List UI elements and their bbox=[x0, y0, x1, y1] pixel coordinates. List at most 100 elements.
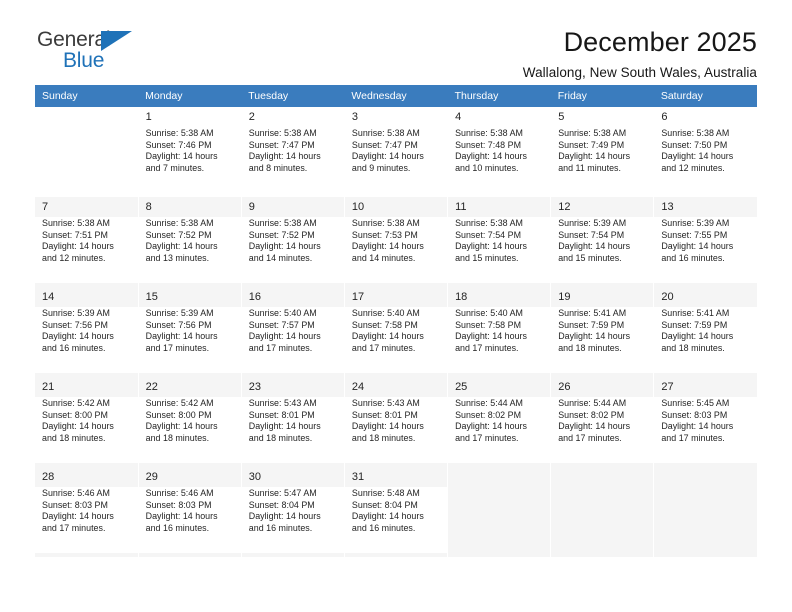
calendar-week-row: 21 Sunrise: 5:42 AM Sunset: 8:00 PM Dayligh… bbox=[35, 377, 757, 467]
calendar-day-cell[interactable]: 17 Sunrise: 5:40 AM Sunset: 7:58 PM Dayligh… bbox=[344, 287, 449, 377]
calendar-day-cell[interactable]: 3 Sunrise: 5:38 AM Sunset: 7:47 PM Daylight… bbox=[344, 107, 449, 197]
sunset-text: Sunset: 8:00 PM bbox=[42, 409, 108, 420]
calendar-day-cell[interactable]: 24 Sunrise: 5:43 AM Sunset: 8:01 PM Dayligh… bbox=[344, 377, 449, 467]
day-number: 6 bbox=[661, 111, 668, 123]
calendar-day-cell[interactable]: 25 Sunrise: 5:44 AM Sunset: 8:02 PM Dayligh… bbox=[447, 377, 552, 467]
day-info: Sunrise: 5:41 AM Sunset: 7:59 PM Daylight:… bbox=[551, 307, 654, 373]
calendar-day-cell[interactable]: 31 Sunrise: 5:48 AM Sunset: 8:04 PM Dayligh… bbox=[344, 467, 449, 557]
calendar-week-row: 14 Sunrise: 5:39 AM Sunset: 7:56 PM Dayligh… bbox=[35, 287, 757, 377]
day-info: Sunrise: 5:42 AM Sunset: 8:00 PM Daylight:… bbox=[35, 397, 138, 463]
daylight-text-line1: Daylight: 14 hours bbox=[351, 511, 424, 522]
daylight-text-line2: and 17 minutes. bbox=[455, 432, 519, 443]
calendar-day-cell-inner: 8 Sunrise: 5:38 AM Sunset: 7:52 PM Daylight… bbox=[138, 197, 241, 287]
calendar-day-cell[interactable]: 5 Sunrise: 5:38 AM Sunset: 7:49 PM Daylight… bbox=[550, 107, 655, 197]
daylight-text-line1: Daylight: 14 hours bbox=[42, 331, 114, 342]
calendar-day-cell[interactable]: 30 Sunrise: 5:47 AM Sunset: 8:04 PM Dayligh… bbox=[241, 467, 345, 557]
daylight-text-line2: and 18 minutes. bbox=[42, 432, 106, 443]
calendar-day-cell[interactable]: 20 Sunrise: 5:41 AM Sunset: 7:59 PM Dayligh… bbox=[653, 287, 757, 377]
sunset-text: Sunset: 7:58 PM bbox=[455, 319, 521, 330]
day-info bbox=[654, 487, 757, 494]
daylight-text-line1: Daylight: 14 hours bbox=[42, 241, 114, 252]
sunset-text: Sunset: 8:04 PM bbox=[248, 499, 315, 510]
calendar-day-cell-inner: 17 Sunrise: 5:40 AM Sunset: 7:58 PM Dayligh… bbox=[344, 287, 448, 377]
day-number: 24 bbox=[351, 381, 365, 393]
calendar-day-cell[interactable]: 28 Sunrise: 5:46 AM Sunset: 8:03 PM Dayligh… bbox=[35, 467, 139, 557]
calendar-day-cell[interactable]: 18 Sunrise: 5:40 AM Sunset: 7:58 PM Dayligh… bbox=[447, 287, 552, 377]
calendar-day-cell[interactable]: 16 Sunrise: 5:40 AM Sunset: 7:57 PM Dayligh… bbox=[241, 287, 345, 377]
calendar-day-cell-inner bbox=[35, 107, 138, 197]
calendar-day-cell-inner bbox=[551, 467, 653, 557]
day-number: 31 bbox=[351, 471, 365, 483]
sunset-text: Sunset: 8:03 PM bbox=[42, 499, 108, 510]
day-info: Sunrise: 5:38 AM Sunset: 7:46 PM Daylight:… bbox=[138, 127, 241, 193]
day-number: 30 bbox=[248, 471, 262, 483]
calendar-day-cell[interactable]: 10 Sunrise: 5:38 AM Sunset: 7:53 PM Dayligh… bbox=[344, 197, 449, 287]
daylight-text-line2: and 12 minutes. bbox=[661, 162, 725, 173]
calendar-day-cell[interactable]: 6 Sunrise: 5:38 AM Sunset: 7:50 PM Daylight… bbox=[653, 107, 757, 197]
calendar-day-cell[interactable]: 7 Sunrise: 5:38 AM Sunset: 7:51 PM Daylight… bbox=[35, 197, 139, 287]
calendar-day-cell-empty bbox=[653, 467, 757, 557]
day-info: Sunrise: 5:38 AM Sunset: 7:47 PM Daylight:… bbox=[344, 127, 448, 193]
calendar-day-cell[interactable]: 21 Sunrise: 5:42 AM Sunset: 8:00 PM Dayligh… bbox=[35, 377, 139, 467]
calendar-day-cell[interactable]: 4 Sunrise: 5:38 AM Sunset: 7:48 PM Daylight… bbox=[447, 107, 552, 197]
daylight-text-line2: and 18 minutes. bbox=[145, 432, 210, 443]
sunrise-text: Sunrise: 5:38 AM bbox=[145, 128, 214, 138]
daylight-text-line2: and 14 minutes. bbox=[351, 252, 416, 263]
daylight-text-line1: Daylight: 14 hours bbox=[661, 421, 734, 432]
calendar-day-cell[interactable]: 19 Sunrise: 5:41 AM Sunset: 7:59 PM Dayligh… bbox=[550, 287, 655, 377]
sunrise-text: Sunrise: 5:48 AM bbox=[351, 488, 420, 498]
calendar-day-cell-inner: 1 Sunrise: 5:38 AM Sunset: 7:46 PM Daylight… bbox=[138, 107, 241, 197]
calendar-day-cell-inner: 11 Sunrise: 5:38 AM Sunset: 7:54 PM Dayligh… bbox=[448, 197, 551, 287]
day-number: 19 bbox=[558, 291, 571, 303]
calendar-day-cell[interactable]: 12 Sunrise: 5:39 AM Sunset: 7:54 PM Dayligh… bbox=[550, 197, 655, 287]
calendar-day-cell[interactable]: 14 Sunrise: 5:39 AM Sunset: 7:56 PM Dayligh… bbox=[35, 287, 139, 377]
daylight-text-line1: Daylight: 14 hours bbox=[558, 421, 631, 432]
day-number: 3 bbox=[351, 111, 359, 123]
calendar-week-row: 7 Sunrise: 5:38 AM Sunset: 7:51 PM Daylight… bbox=[35, 197, 757, 287]
day-number: 13 bbox=[661, 201, 674, 213]
calendar-day-cell[interactable]: 1 Sunrise: 5:38 AM Sunset: 7:46 PM Daylight… bbox=[138, 107, 242, 197]
calendar-day-cell[interactable]: 13 Sunrise: 5:39 AM Sunset: 7:55 PM Dayligh… bbox=[653, 197, 757, 287]
calendar-day-cell[interactable]: 26 Sunrise: 5:44 AM Sunset: 8:02 PM Dayligh… bbox=[550, 377, 655, 467]
daylight-text-line2: and 16 minutes. bbox=[248, 522, 313, 533]
sunrise-text: Sunrise: 5:44 AM bbox=[558, 398, 627, 408]
daylight-text-line1: Daylight: 14 hours bbox=[248, 511, 321, 522]
calendar-day-cell[interactable]: 22 Sunrise: 5:42 AM Sunset: 8:00 PM Dayligh… bbox=[138, 377, 242, 467]
calendar-day-cell[interactable]: 9 Sunrise: 5:38 AM Sunset: 7:52 PM Daylight… bbox=[241, 197, 345, 287]
calendar-day-cell[interactable]: 29 Sunrise: 5:46 AM Sunset: 8:03 PM Dayligh… bbox=[138, 467, 242, 557]
daylight-text-line2: and 17 minutes. bbox=[351, 342, 416, 353]
sunrise-text: Sunrise: 5:44 AM bbox=[455, 398, 523, 408]
sunrise-text: Sunrise: 5:40 AM bbox=[455, 308, 523, 318]
daylight-text-line1: Daylight: 14 hours bbox=[351, 241, 424, 252]
page-title: December 2025 bbox=[563, 27, 757, 57]
daylight-text-line1: Daylight: 14 hours bbox=[661, 331, 734, 342]
calendar-day-cell[interactable]: 27 Sunrise: 5:45 AM Sunset: 8:03 PM Dayligh… bbox=[653, 377, 757, 467]
daylight-text-line2: and 10 minutes. bbox=[455, 162, 519, 173]
calendar-day-cell-inner: 5 Sunrise: 5:38 AM Sunset: 7:49 PM Daylight… bbox=[551, 107, 654, 197]
calendar-day-cell[interactable]: 11 Sunrise: 5:38 AM Sunset: 7:54 PM Dayligh… bbox=[447, 197, 552, 287]
calendar-day-cell-inner: 13 Sunrise: 5:39 AM Sunset: 7:55 PM Dayligh… bbox=[654, 197, 757, 287]
day-info: Sunrise: 5:39 AM Sunset: 7:56 PM Daylight:… bbox=[138, 307, 241, 373]
daylight-text-line1: Daylight: 14 hours bbox=[558, 241, 631, 252]
calendar-week-row: 1 Sunrise: 5:38 AM Sunset: 7:46 PM Daylight… bbox=[35, 107, 757, 197]
daylight-text-line2: and 16 minutes. bbox=[661, 252, 725, 263]
calendar-day-cell[interactable]: 15 Sunrise: 5:39 AM Sunset: 7:56 PM Dayligh… bbox=[138, 287, 242, 377]
sunset-text: Sunset: 7:54 PM bbox=[455, 229, 521, 240]
general-blue-logo[interactable]: General Blue bbox=[35, 28, 185, 80]
day-info: Sunrise: 5:39 AM Sunset: 7:56 PM Daylight:… bbox=[35, 307, 138, 373]
calendar-day-cell[interactable]: 23 Sunrise: 5:43 AM Sunset: 8:01 PM Dayligh… bbox=[241, 377, 345, 467]
sunset-text: Sunset: 7:59 PM bbox=[558, 319, 625, 330]
sunset-text: Sunset: 7:59 PM bbox=[661, 319, 728, 330]
sunrise-text: Sunrise: 5:38 AM bbox=[351, 128, 420, 138]
calendar-day-cell[interactable]: 2 Sunrise: 5:38 AM Sunset: 7:47 PM Daylight… bbox=[241, 107, 345, 197]
calendar-day-cell-inner: 15 Sunrise: 5:39 AM Sunset: 7:56 PM Dayligh… bbox=[138, 287, 241, 377]
calendar-day-cell-inner: 9 Sunrise: 5:38 AM Sunset: 7:52 PM Daylight… bbox=[241, 197, 344, 287]
sunrise-text: Sunrise: 5:43 AM bbox=[248, 398, 317, 408]
calendar-day-cell[interactable]: 8 Sunrise: 5:38 AM Sunset: 7:52 PM Daylight… bbox=[138, 197, 242, 287]
daylight-text-line2: and 18 minutes. bbox=[351, 432, 416, 443]
daylight-text-line2: and 18 minutes. bbox=[248, 432, 313, 443]
daylight-text-line2: and 17 minutes. bbox=[455, 342, 519, 353]
calendar-day-cell-inner: 10 Sunrise: 5:38 AM Sunset: 7:53 PM Dayligh… bbox=[344, 197, 448, 287]
calendar-day-cell-inner: 24 Sunrise: 5:43 AM Sunset: 8:01 PM Dayligh… bbox=[344, 377, 448, 467]
calendar-day-cell-inner: 26 Sunrise: 5:44 AM Sunset: 8:02 PM Dayligh… bbox=[551, 377, 654, 467]
